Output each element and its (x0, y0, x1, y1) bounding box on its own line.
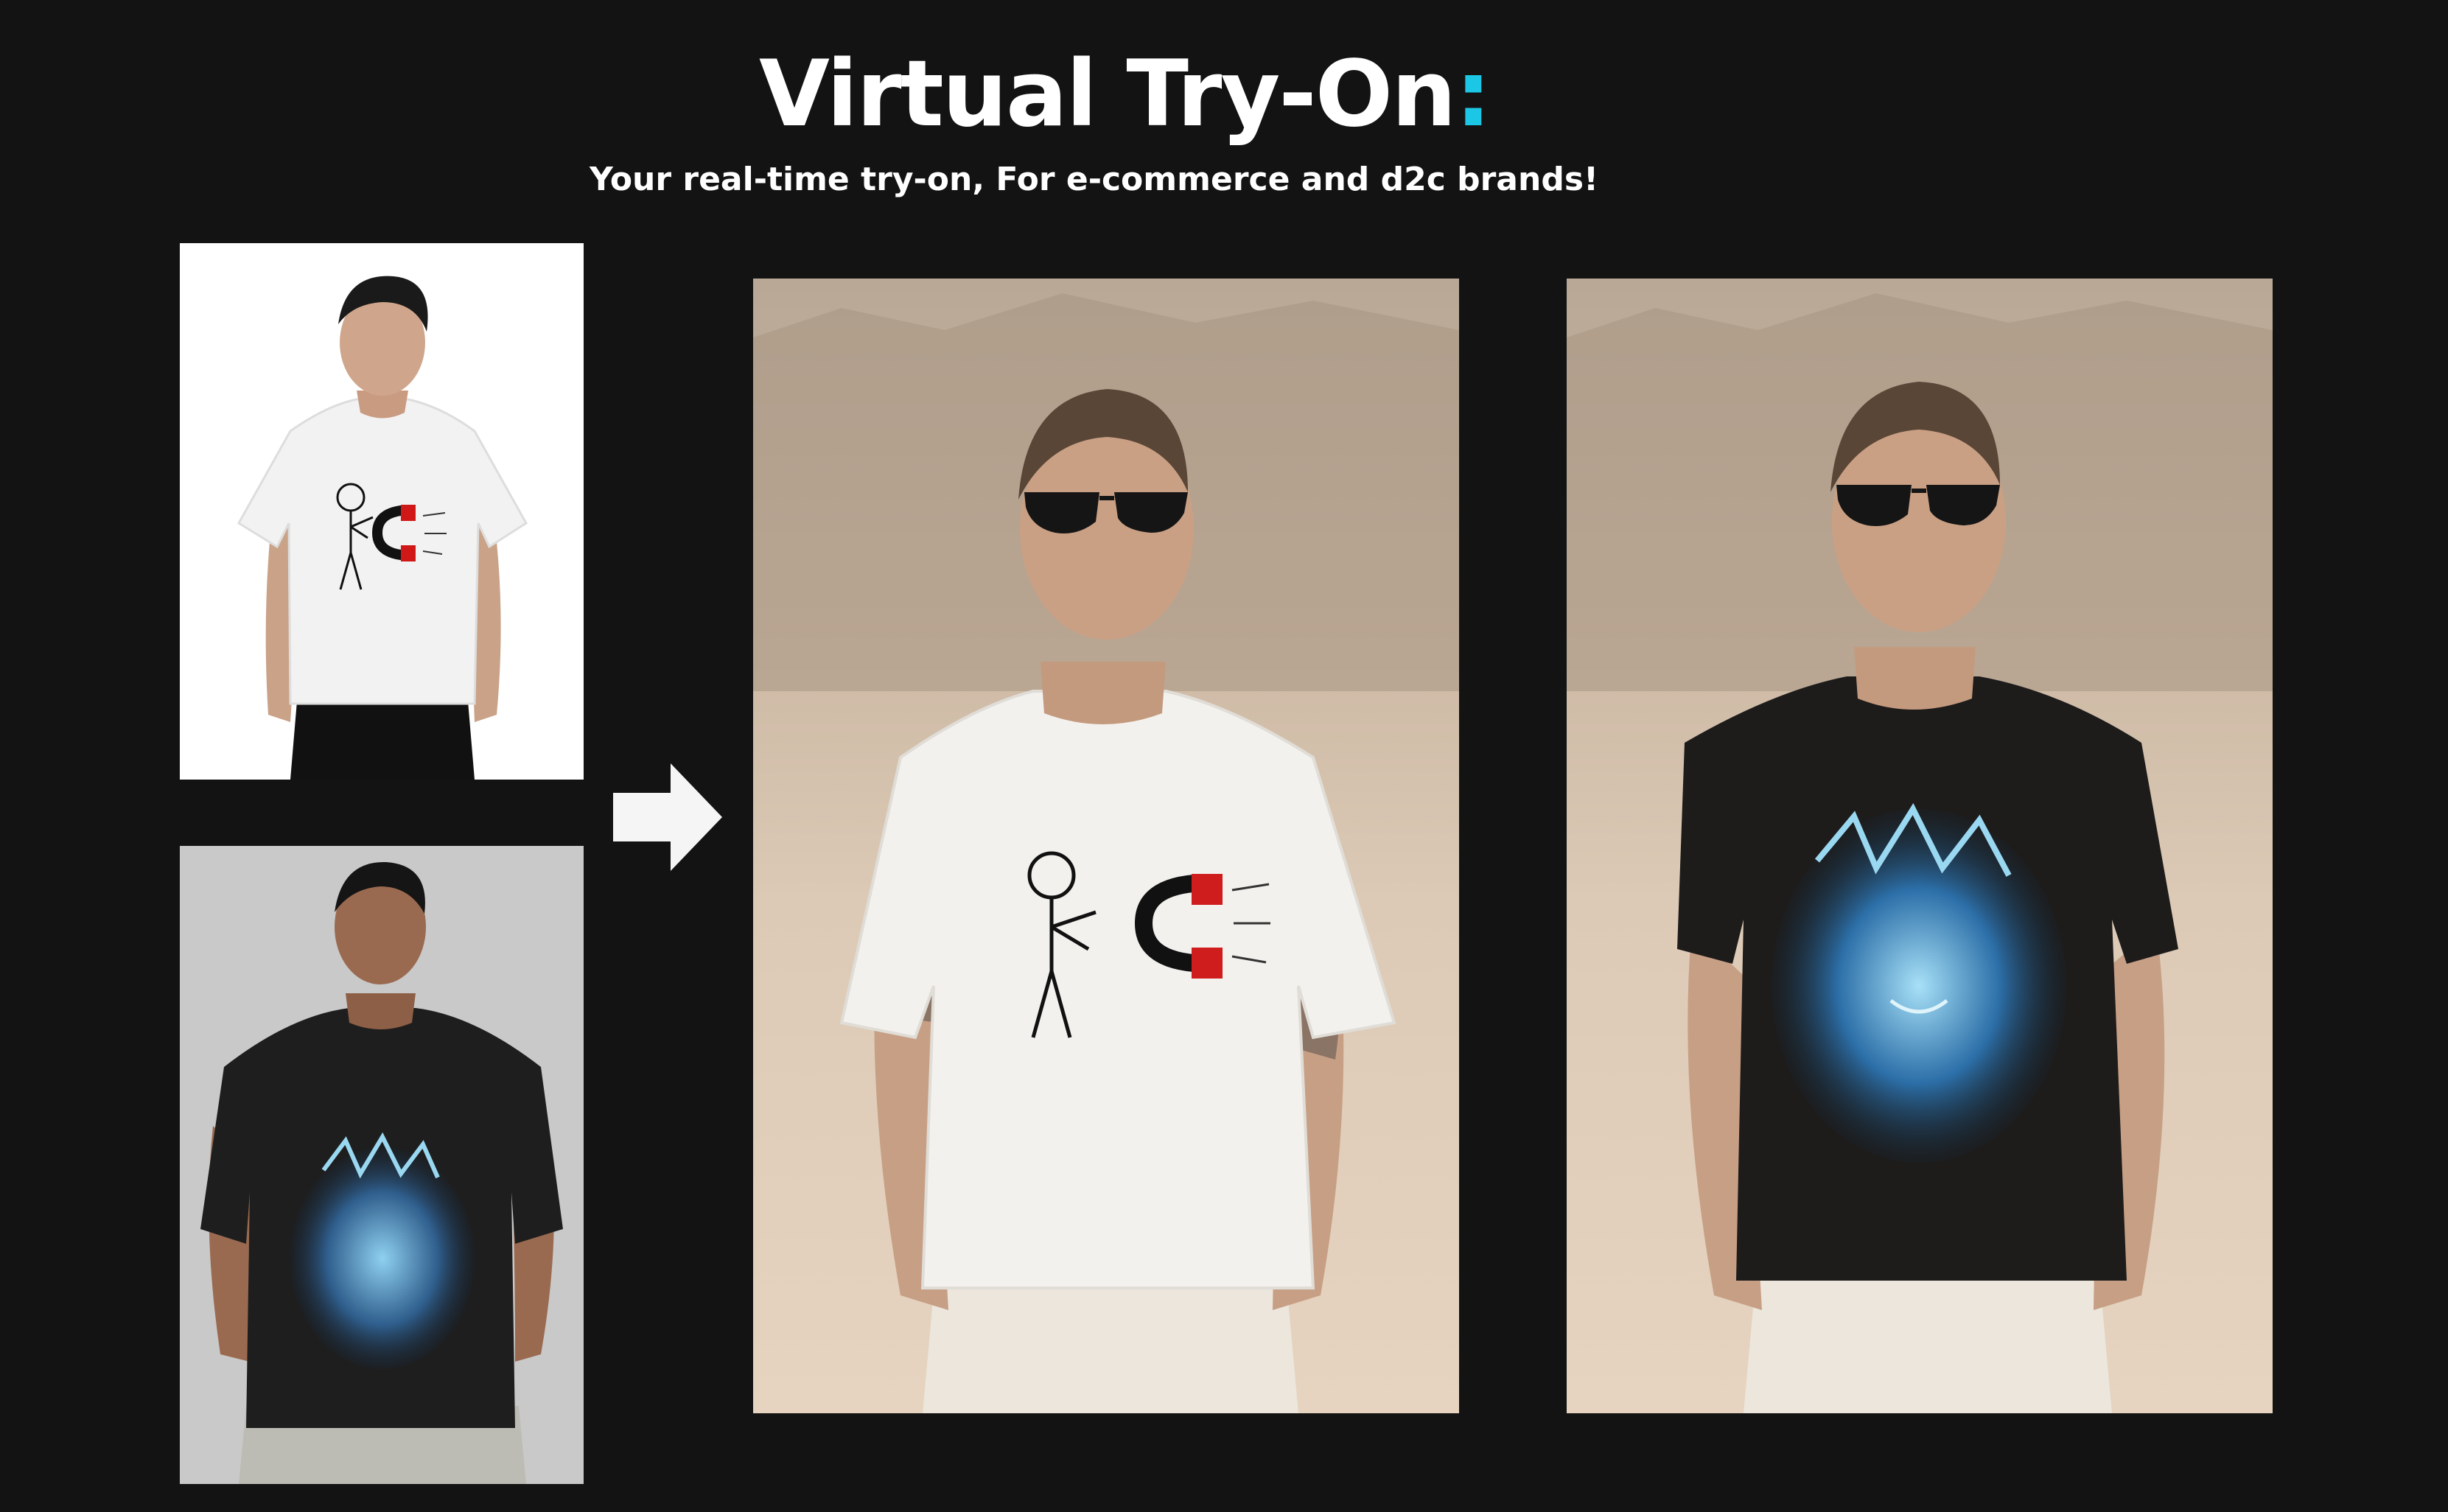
page-subtitle: Your real-time try-on, For e-commerce an… (590, 161, 1599, 198)
black-tshirt-model-image (180, 846, 584, 1484)
output-photo-white-tshirt (753, 279, 1459, 1413)
input-photo-black-tshirt (180, 846, 584, 1484)
output-photo-black-tshirt (1567, 279, 2273, 1413)
page-title: Virtual Try-On: (759, 35, 1491, 153)
title-text: Virtual Try-On (759, 41, 1456, 147)
tryon-result-black-image (1567, 279, 2273, 1413)
arrow-right-glyph (613, 763, 722, 871)
tryon-result-white-image (753, 279, 1459, 1413)
arrow-right-icon (613, 763, 722, 871)
title-colon: : (1455, 41, 1491, 147)
virtual-try-on-slide: Virtual Try-On: Your real-time try-on, F… (0, 0, 2448, 1512)
white-tshirt-model-image (180, 243, 584, 780)
input-photo-white-tshirt (180, 243, 584, 780)
